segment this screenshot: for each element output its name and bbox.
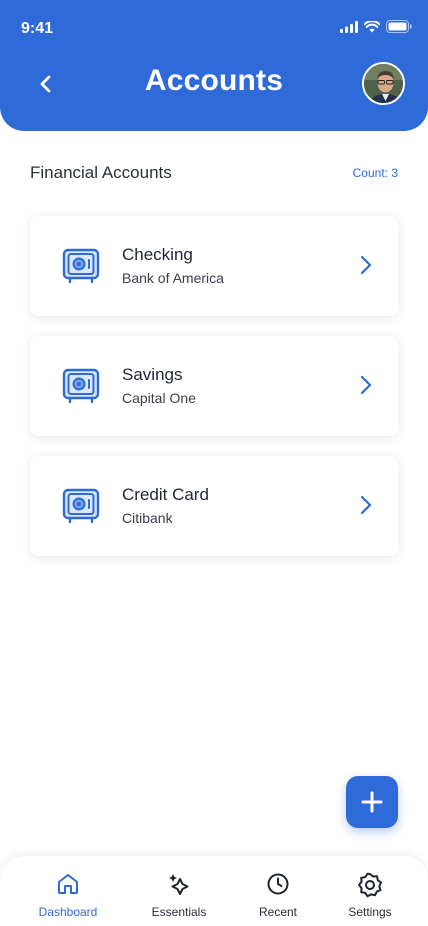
account-name: Savings [122,365,183,384]
tab-label: Essentials [151,905,207,919]
add-account-button[interactable] [346,776,398,828]
tab-label: Recent [258,905,298,919]
tab-essentials[interactable]: Essentials [139,856,219,926]
tab-label: Settings [348,905,392,919]
tab-dashboard[interactable]: Dashboard [28,856,108,926]
header: 9:41 Accounts [0,0,428,131]
account-bank: Capital One [122,390,196,406]
clock-icon [267,873,289,895]
bottom-tab-bar: Dashboard Essentials Recent Settings [0,856,428,926]
status-icons [340,20,412,33]
status-time: 9:41 [21,20,54,37]
account-name: Checking [122,245,193,264]
tab-recent[interactable]: Recent [238,856,318,926]
plus-icon [361,791,383,813]
user-avatar-image [364,64,403,103]
battery-icon [386,20,412,33]
safe-icon [62,488,100,524]
tab-label: Dashboard [38,905,98,919]
chevron-right-icon [360,375,372,395]
chevron-right-icon [360,255,372,275]
accounts-count: Count: 3 [352,166,398,180]
gear-icon [358,872,382,898]
safe-icon [62,368,100,404]
section-title: Financial Accounts [30,163,172,182]
safe-icon [62,248,100,284]
account-bank: Citibank [122,510,173,526]
account-card-credit-card[interactable]: Credit Card Citibank [30,456,398,556]
tab-settings[interactable]: Settings [330,856,410,926]
sparkle-icon [169,874,189,895]
avatar[interactable] [362,62,405,105]
account-card-savings[interactable]: Savings Capital One [30,336,398,436]
wifi-icon [364,20,380,32]
account-card-checking[interactable]: Checking Bank of America [30,216,398,316]
signal-icon [340,20,358,33]
home-icon [58,874,78,894]
chevron-right-icon [360,495,372,515]
account-bank: Bank of America [122,270,224,286]
account-name: Credit Card [122,485,209,504]
